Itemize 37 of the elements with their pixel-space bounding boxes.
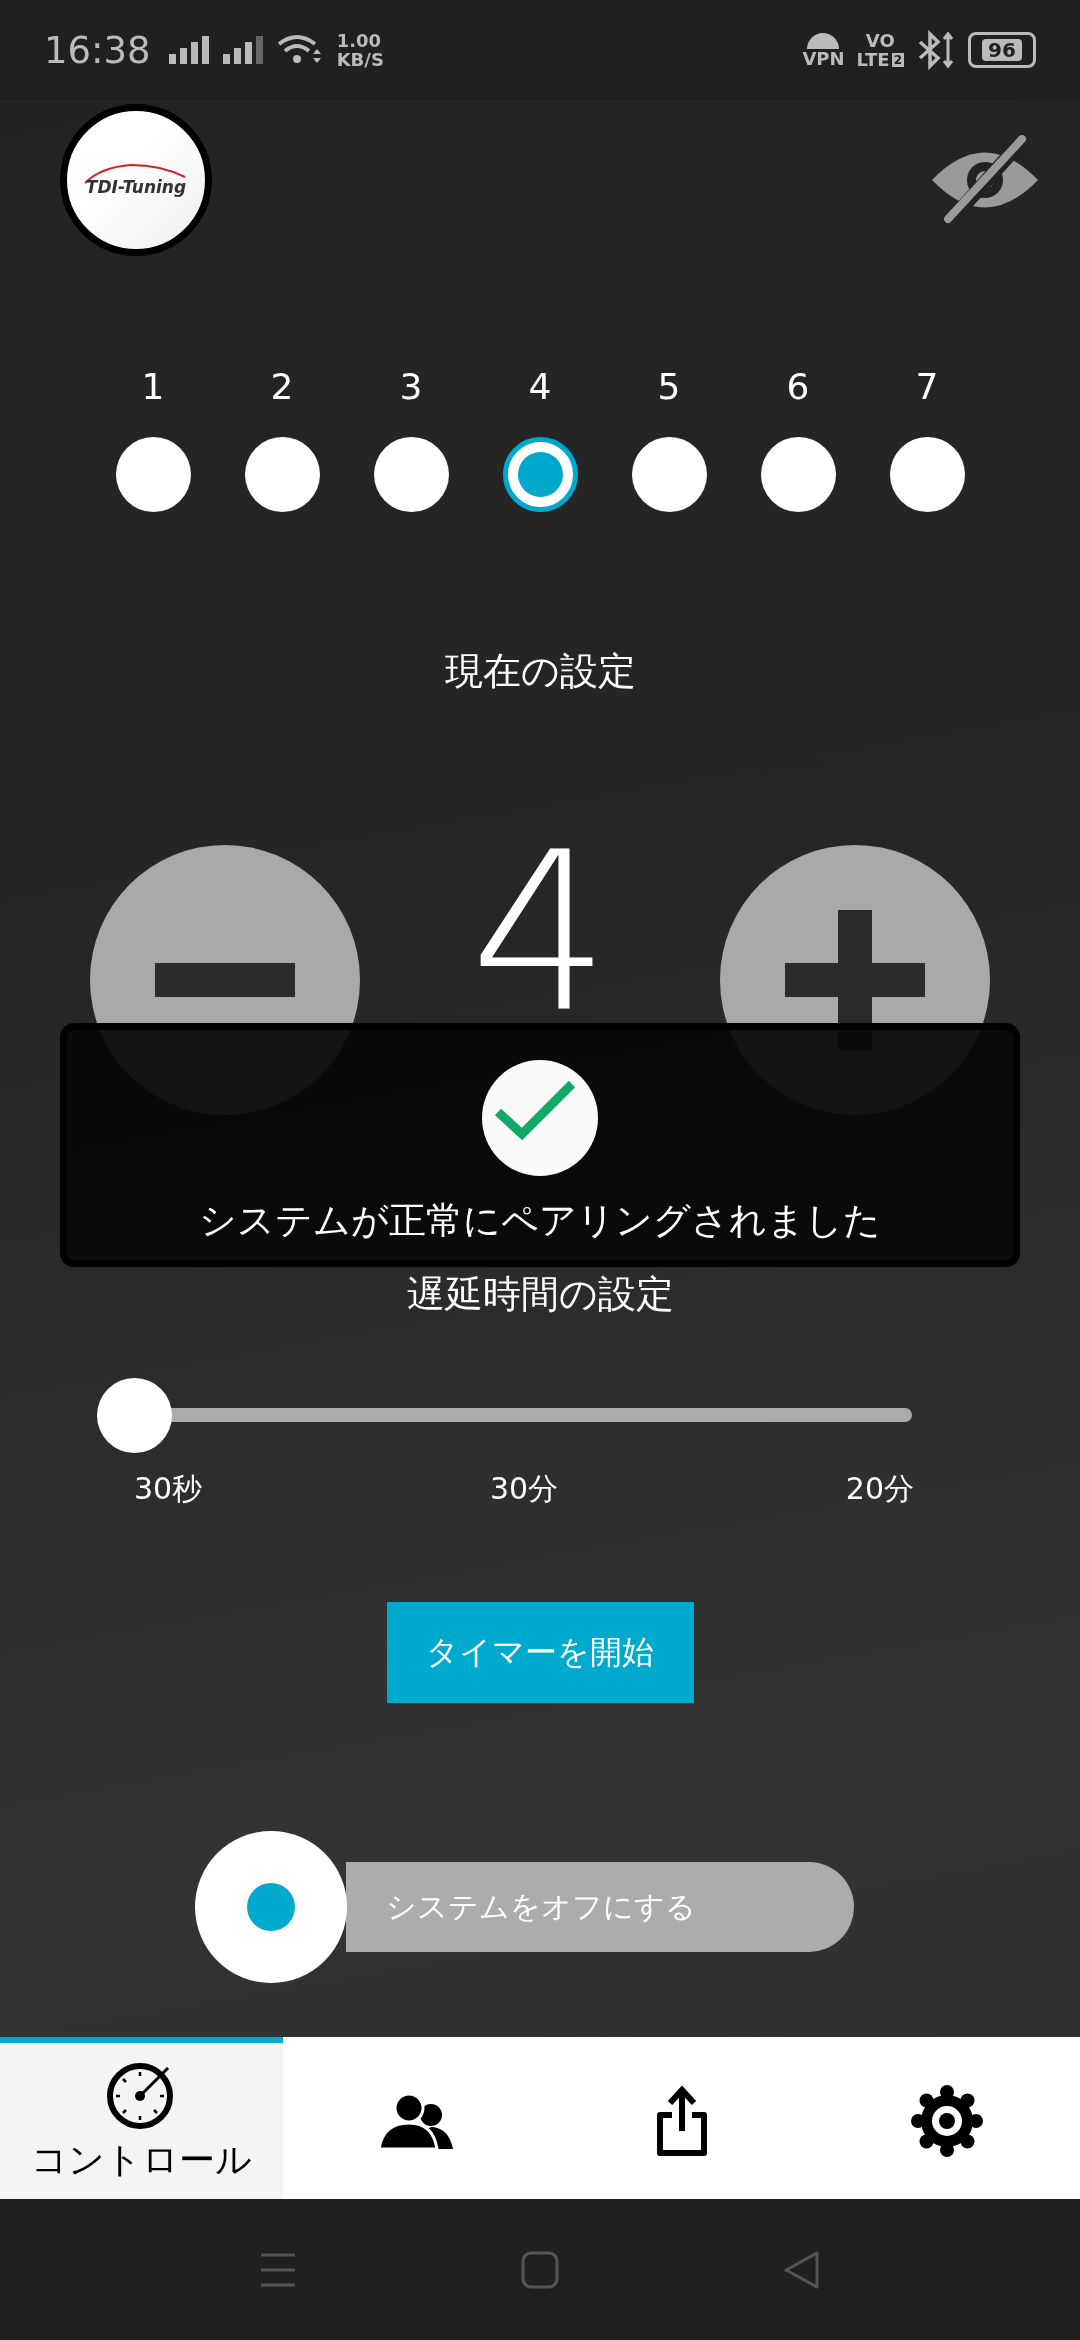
current-setting-title: 現在の設定 (443, 648, 637, 695)
gauge-icon (806, 32, 841, 49)
share-icon (655, 2085, 708, 2157)
step-number: 5 (657, 366, 681, 407)
current-value: 4 (470, 847, 610, 1017)
people-icon (379, 2093, 454, 2149)
slider-tick-label: 30秒 (134, 1471, 203, 1507)
wifi-icon (276, 34, 321, 66)
vpn-label: VPN (802, 48, 845, 68)
step-number: 1 (141, 366, 165, 407)
step-number: 4 (528, 366, 552, 407)
status-time: 16:38 (44, 28, 151, 72)
start-timer-button[interactable]: タイマーを開始 (386, 1602, 694, 1703)
nav-tab[interactable]: コントロール (0, 2037, 284, 2199)
delay-slider[interactable] (97, 1377, 912, 1452)
settings-icon (911, 2085, 984, 2157)
signal-icon (168, 36, 211, 64)
step-number: 3 (399, 366, 423, 407)
step-number: 2 (270, 366, 294, 407)
step-number: 6 (786, 366, 810, 407)
slider-tick-label: 20分 (845, 1471, 914, 1507)
step-number: 7 (915, 366, 939, 407)
lte-label: LTE (856, 50, 890, 69)
toast-message: システムが正常にペアリングされました (199, 1198, 881, 1244)
hidden-eye-icon[interactable] (930, 135, 1040, 225)
system-off-toggle[interactable]: システムをオフにする (346, 1862, 854, 1952)
bluetooth-icon (916, 30, 956, 70)
slider-tick-label: 30分 (489, 1471, 559, 1507)
sim-badge: 2 (891, 52, 904, 67)
volte-label: VO (865, 31, 895, 50)
signal-icon (222, 36, 265, 64)
check-icon (480, 1058, 600, 1178)
delay-setting-title: 遅延時間の設定 (405, 1271, 675, 1318)
speed-value: 1.00 (336, 31, 383, 50)
logo-text: TDI-Tuning (85, 177, 187, 197)
speed-unit: KB/S (336, 50, 384, 69)
battery-icon: 96 (968, 32, 1036, 68)
